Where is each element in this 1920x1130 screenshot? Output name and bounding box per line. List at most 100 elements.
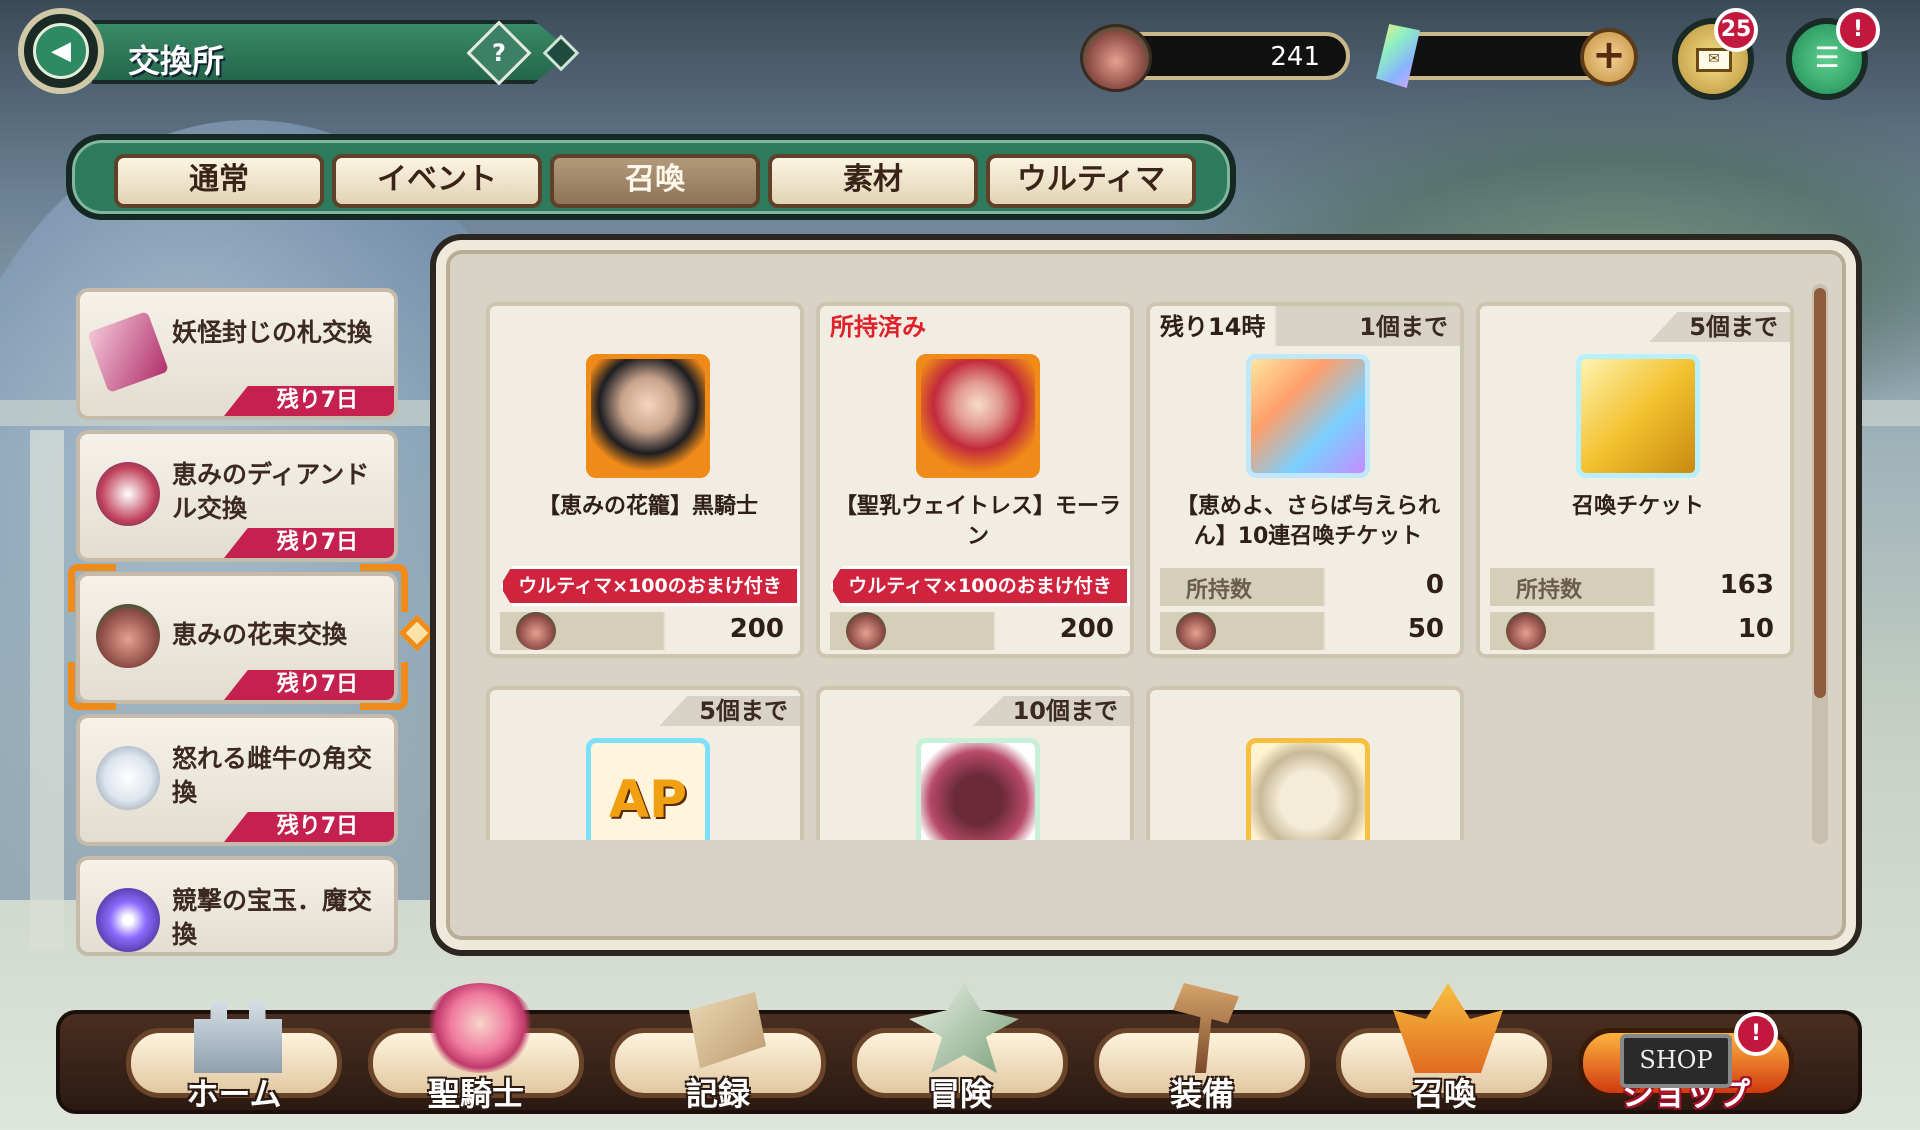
bouquet-currency-icon [1080, 24, 1152, 92]
flower-currency-count: 241 [1270, 42, 1320, 72]
sidebar-item-bouquet[interactable]: 恵みの花束交換 残り7日 [76, 572, 398, 704]
page-title: 交換所 [128, 42, 225, 80]
cost-row: 10 [1490, 612, 1786, 650]
nav-knights[interactable]: 聖騎士 [368, 983, 584, 1113]
cost-row: 200 [500, 612, 796, 650]
exchange-item-card[interactable]: 5個まで AP [486, 686, 804, 840]
item-list-scrollbar[interactable] [1812, 284, 1828, 844]
item-name: 【恵めよ、さらば与えられん】10連召喚チケット [1175, 494, 1440, 549]
help-icon: ? [492, 39, 506, 67]
gem-currency-display [1392, 32, 1612, 80]
dirndl-icon [96, 462, 160, 526]
nav-records[interactable]: 記録 [610, 992, 826, 1113]
nav-equipment[interactable]: 装備 [1094, 983, 1310, 1113]
ticket-stub-icon [1246, 738, 1370, 840]
envelope-icon: ✉ [1696, 48, 1732, 72]
bonus-ribbon: ウルティマ×100のおまけ付き [500, 566, 800, 606]
scrollbar-thumb[interactable] [1814, 288, 1826, 698]
remaining-days-tag: 残り7日 [224, 812, 394, 842]
item-name: 【聖乳ウェイトレス】モーラン [834, 494, 1121, 549]
exchange-item-grid: 【恵みの花籠】黒騎士 ウルティマ×100のおまけ付き 200 所持済み 【聖乳ウ… [470, 280, 1840, 840]
remaining-days-tag: 残り7日 [224, 528, 394, 558]
nav-label: 装備 [1169, 1075, 1234, 1113]
add-currency-button[interactable]: + [1580, 28, 1638, 86]
sidebar-item-label: 恵みのディアンドル交換 [172, 460, 370, 523]
ten-summon-ticket-icon [1246, 354, 1370, 478]
nav-label: 冒険 [927, 1075, 992, 1113]
item-cost: 200 [729, 614, 784, 644]
back-arrow-icon: ◀ [33, 23, 89, 79]
sidebar-item-label: 妖怪封じの札交換 [172, 318, 373, 347]
category-tab-bar: 通常 イベント 召喚 素材 ウルティマ [66, 134, 1236, 220]
remaining-days-tag: 残り7日 [224, 386, 394, 416]
knight-icon [425, 983, 535, 1073]
background-column [30, 430, 64, 950]
shop-sign-icon: SHOP [1620, 1034, 1732, 1088]
time-remaining: 残り14時 [1160, 313, 1266, 341]
shop-alert-badge: ! [1734, 1012, 1778, 1056]
list-icon: ☰ [1814, 41, 1840, 74]
sidebar-item-label: 怒れる雌牛の角交換 [172, 744, 373, 807]
tab-event[interactable]: イベント [332, 154, 542, 208]
exchange-item-card[interactable]: 所持済み 【聖乳ウェイトレス】モーラン ウルティマ×100のおまけ付き 200 [816, 302, 1134, 658]
sidebar-item-label: 競撃の宝玉．魔交換 [172, 886, 373, 949]
chocolate-box-icon [916, 738, 1040, 840]
purchase-limit: 5個まで [659, 696, 800, 726]
tab-summon[interactable]: 召喚 [550, 154, 760, 208]
menu-alert-badge: ! [1836, 8, 1880, 52]
cost-row: 50 [1160, 612, 1456, 650]
mail-button[interactable]: ✉ 25 [1672, 8, 1758, 100]
owned-count: 0 [1425, 570, 1444, 600]
sidebar-item-label: 恵みの花束交換 [172, 620, 348, 649]
summon-ticket-icon [1576, 354, 1700, 478]
bouquet-currency-icon [1176, 612, 1216, 650]
tab-ultima[interactable]: ウルティマ [986, 154, 1196, 208]
nav-label: 聖騎士 [427, 1075, 524, 1113]
orb-icon [96, 888, 160, 952]
nav-home[interactable]: ホーム [126, 1001, 342, 1113]
ap-recovery-icon: AP [586, 738, 710, 840]
sidebar-item-dirndl[interactable]: 恵みのディアンドル交換 残り7日 [76, 430, 398, 562]
owned-label: 所持済み [830, 313, 926, 341]
owned-count-row: 所持数 0 [1160, 568, 1456, 606]
sidebar-item-orb[interactable]: 競撃の宝玉．魔交換 [76, 856, 398, 956]
owned-count-row: 所持数 163 [1490, 568, 1786, 606]
exchange-item-card[interactable]: 残り14時 1個まで 【恵めよ、さらば与えられん】10連召喚チケット 所持数 0… [1146, 302, 1464, 658]
sidebar-item-horn[interactable]: 怒れる雌牛の角交換 残り7日 [76, 714, 398, 846]
mail-count-badge: 25 [1714, 8, 1758, 52]
item-name: 召喚チケット [1571, 494, 1704, 519]
nav-label: ホーム [186, 1075, 282, 1113]
owned-count-label: 所持数 [1186, 578, 1253, 603]
nav-label: 召喚 [1411, 1075, 1476, 1113]
tab-normal[interactable]: 通常 [114, 154, 324, 208]
exchange-item-card[interactable]: 【恵みの花籠】黒騎士 ウルティマ×100のおまけ付き 200 [486, 302, 804, 658]
back-button[interactable]: ◀ [18, 8, 104, 94]
item-cost: 200 [1059, 614, 1114, 644]
remaining-days-tag: 残り7日 [224, 670, 394, 700]
talisman-icon [86, 310, 170, 394]
bouquet-currency-icon [516, 612, 556, 650]
nav-summon[interactable]: 召喚 [1336, 983, 1552, 1113]
item-name: 【恵みの花籠】黒騎士 [537, 494, 758, 519]
purchase-limit: 10個まで [972, 696, 1130, 726]
horn-icon [96, 746, 160, 810]
menu-button[interactable]: ☰ ! [1786, 8, 1880, 100]
bouquet-currency-icon [1506, 612, 1546, 650]
bouquet-icon [96, 604, 160, 668]
owned-count-label: 所持数 [1516, 578, 1583, 603]
black-knight-portrait [586, 354, 710, 478]
nav-adventure[interactable]: 冒険 [852, 983, 1068, 1113]
exchange-item-card[interactable] [1146, 686, 1464, 840]
tab-material[interactable]: 素材 [768, 154, 978, 208]
exchange-item-card[interactable]: 10個まで [816, 686, 1134, 840]
bouquet-currency-icon [846, 612, 886, 650]
cost-row: 200 [830, 612, 1126, 650]
item-cost: 10 [1737, 614, 1774, 644]
sidebar-item-talisman[interactable]: 妖怪封じの札交換 残り7日 [76, 288, 398, 420]
nav-label: 記録 [685, 1075, 750, 1113]
exchange-item-card[interactable]: 5個まで 召喚チケット 所持数 163 10 [1476, 302, 1794, 658]
item-cost: 50 [1407, 614, 1444, 644]
bonus-ribbon: ウルティマ×100のおまけ付き [830, 566, 1130, 606]
purchase-limit: 5個まで [1649, 312, 1790, 342]
moran-portrait [916, 354, 1040, 478]
